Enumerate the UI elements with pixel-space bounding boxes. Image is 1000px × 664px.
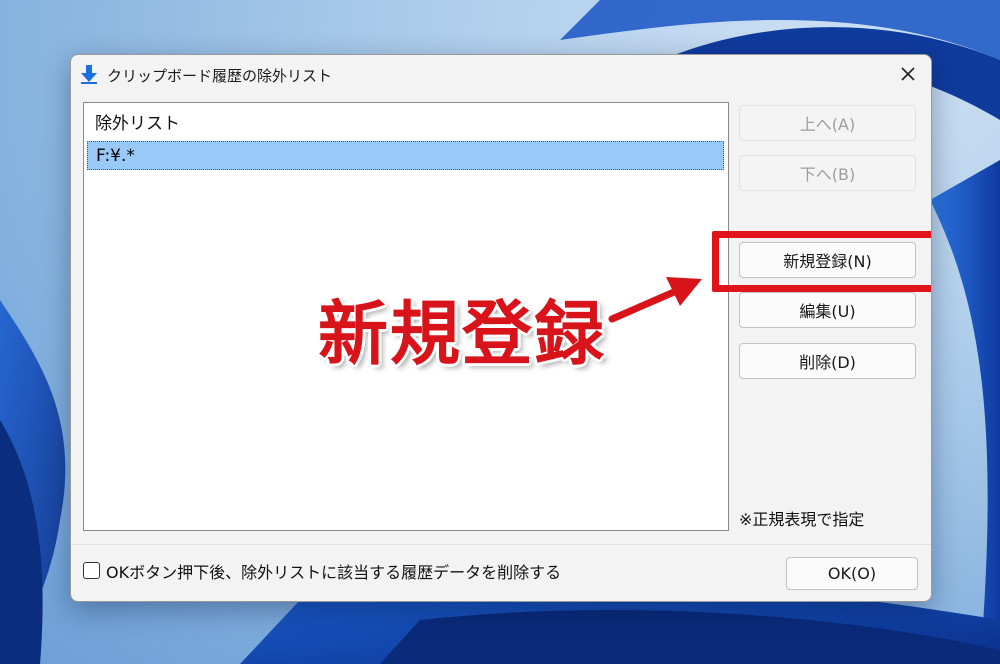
highlight-box — [712, 231, 931, 292]
title-bar: クリップボード履歴の除外リスト — [71, 55, 931, 93]
close-icon — [901, 67, 915, 81]
delete-history-checkbox[interactable] — [83, 562, 100, 579]
list-item[interactable]: F:¥.* — [87, 141, 724, 170]
ok-button[interactable]: OK(O) — [786, 557, 918, 590]
move-down-button[interactable]: 下へ(B) — [739, 155, 916, 191]
list-item-value: F:¥.* — [96, 146, 135, 166]
window-title: クリップボード履歴の除外リスト — [107, 67, 333, 85]
dialog-footer: OKボタン押下後、除外リストに該当する履歴データを削除する OK(O) — [71, 544, 931, 601]
list-header: 除外リスト — [95, 114, 180, 134]
annotation-arrow-icon — [604, 272, 708, 326]
close-button[interactable] — [891, 59, 925, 89]
edit-button[interactable]: 編集(U) — [739, 292, 916, 328]
download-arrow-icon — [81, 65, 97, 84]
annotation-text: 新規登録 — [318, 293, 606, 375]
delete-button[interactable]: 削除(D) — [739, 343, 916, 379]
move-up-button[interactable]: 上へ(A) — [739, 105, 916, 141]
delete-history-checkbox-label[interactable]: OKボタン押下後、除外リストに該当する履歴データを削除する — [106, 559, 561, 583]
regex-note: ※正規表現で指定 — [739, 510, 865, 529]
